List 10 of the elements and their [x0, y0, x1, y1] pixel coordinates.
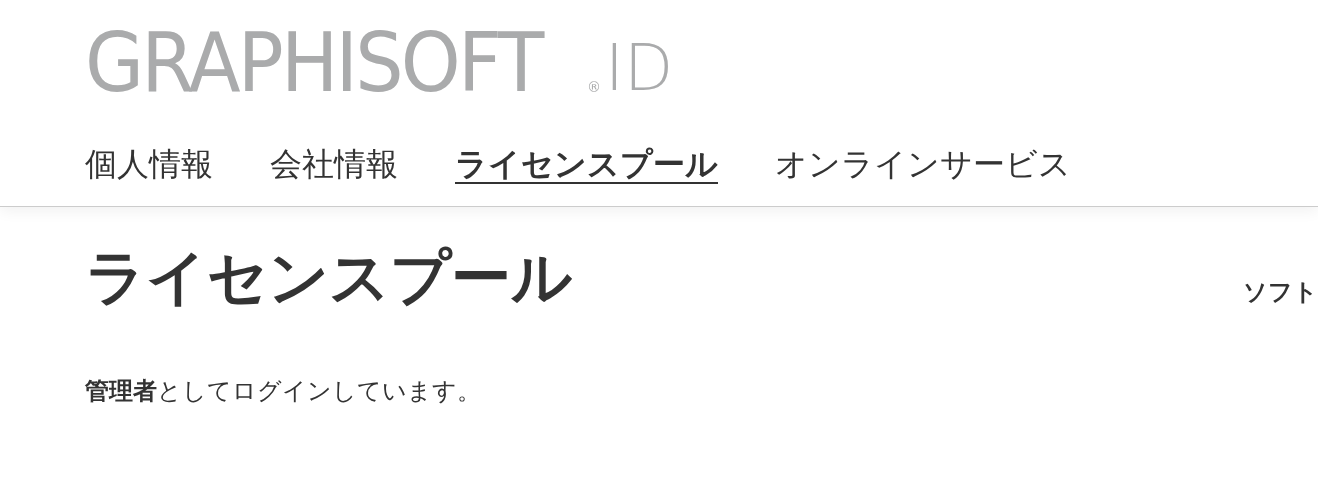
nav-tab[interactable]: ライセンスプール — [455, 144, 718, 184]
side-link[interactable]: ソフト — [1243, 276, 1318, 308]
nav-tab[interactable]: 個人情報 — [85, 144, 213, 184]
page-title: ライセンスプール — [85, 241, 572, 314]
nav-tab[interactable]: 会社情報 — [270, 144, 398, 184]
nav-tab[interactable]: オンラインサービス — [775, 144, 1071, 184]
logo-suffix: ID — [605, 36, 674, 100]
registered-mark: ® — [587, 80, 601, 94]
logo-wordmark: GRAPHISOFT — [85, 22, 545, 104]
login-status: 管理者としてログインしています。 — [85, 376, 482, 407]
